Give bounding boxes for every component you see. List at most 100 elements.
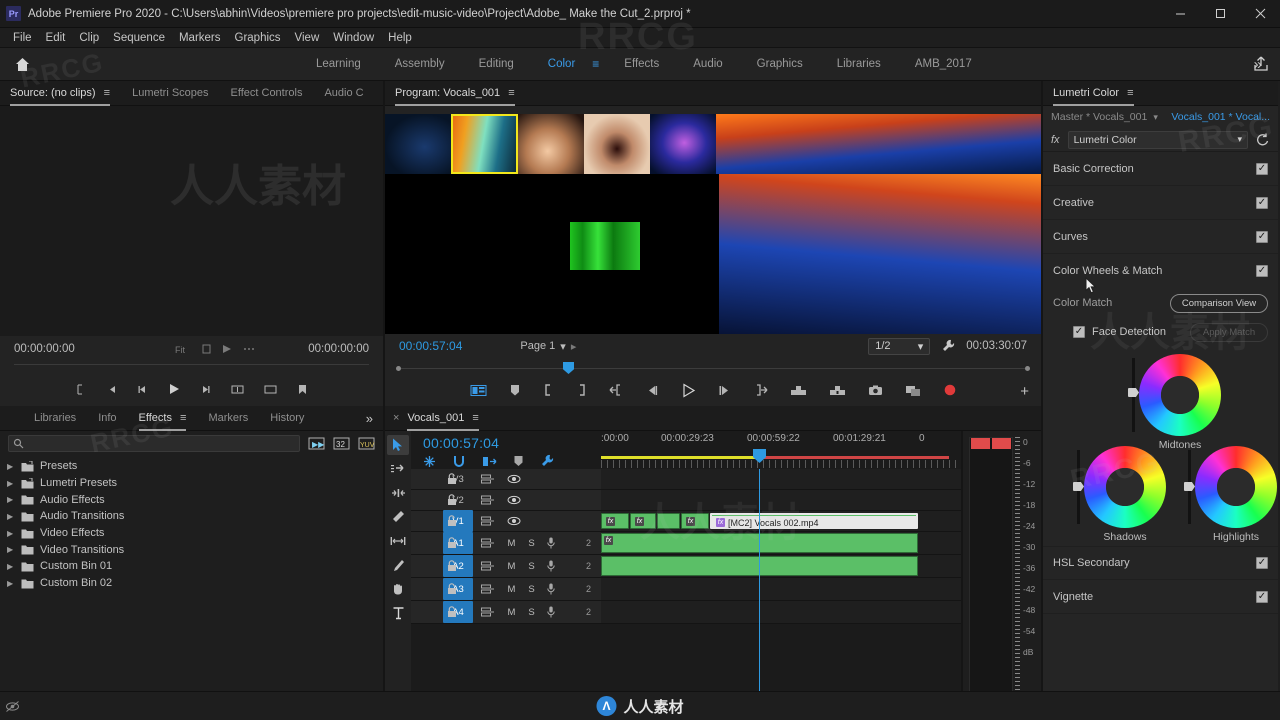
voice-over-mic-icon[interactable]: [547, 583, 555, 595]
voice-over-mic-icon[interactable]: [547, 537, 555, 549]
menu-graphics[interactable]: Graphics: [228, 28, 288, 48]
ripple-edit-tool[interactable]: [387, 483, 409, 503]
overwrite-icon[interactable]: [263, 383, 278, 396]
clip-v1-b[interactable]: fx: [630, 513, 656, 529]
comparison-view-icon[interactable]: [905, 384, 921, 397]
workspace-tab-amb2017[interactable]: AMB_2017: [898, 48, 989, 81]
section-toggle-checkbox[interactable]: ✓: [1256, 196, 1268, 209]
program-scrubber[interactable]: [393, 360, 1033, 376]
list-item[interactable]: ▶ Video Transitions: [0, 541, 383, 558]
list-item[interactable]: ▶ Presets: [0, 458, 383, 475]
effects-tabs-overflow-icon[interactable]: »: [366, 411, 373, 426]
step-back-icon[interactable]: [646, 384, 659, 397]
midtones-luma-slider[interactable]: [1128, 358, 1139, 432]
tab-info[interactable]: Info: [98, 406, 116, 431]
highlights-slider-handle[interactable]: [1184, 482, 1195, 491]
source-panel-menu-icon[interactable]: ≡: [104, 87, 110, 99]
export-frame-camera-icon[interactable]: [868, 384, 883, 397]
mark-in-icon[interactable]: [74, 383, 87, 396]
highlights-luma-slider[interactable]: [1184, 450, 1195, 524]
midtones-slider-handle[interactable]: [1128, 388, 1139, 397]
page-selector[interactable]: Page 1 ▾ ▸: [520, 340, 576, 353]
track-header-v2[interactable]: V2: [411, 490, 601, 510]
lock-icon[interactable]: [447, 606, 457, 618]
minimize-button[interactable]: [1160, 0, 1200, 27]
highlights-color-wheel[interactable]: [1195, 446, 1277, 528]
mark-in-icon[interactable]: [543, 383, 554, 397]
solo-button-a3[interactable]: S: [527, 584, 536, 595]
program-current-timecode[interactable]: 00:00:57:04: [399, 339, 462, 353]
track-header-a1[interactable]: A1 M S 2: [411, 532, 601, 554]
tab-lumetri-scopes[interactable]: Lumetri Scopes: [132, 81, 208, 106]
go-to-in-icon[interactable]: [105, 383, 118, 396]
program-panel-menu-icon[interactable]: ≡: [508, 87, 514, 99]
record-icon[interactable]: [943, 383, 957, 397]
track-visibility-eye-icon[interactable]: [507, 474, 521, 484]
pen-tool[interactable]: [387, 555, 409, 575]
workspace-tab-effects[interactable]: Effects: [607, 48, 676, 81]
apply-match-button[interactable]: Apply Match: [1190, 322, 1268, 342]
section-basic-correction[interactable]: Basic Correction ✓: [1043, 152, 1278, 186]
workspace-menu-icon[interactable]: ≡: [592, 57, 607, 71]
tab-markers[interactable]: Markers: [208, 406, 248, 431]
clip-v1-main[interactable]: fx [MC2] Vocals 002.mp4: [710, 513, 918, 529]
mute-button-a4[interactable]: M: [507, 607, 516, 618]
section-hsl-secondary[interactable]: HSL Secondary ✓: [1043, 546, 1278, 580]
lumetri-panel-menu-icon[interactable]: ≡: [1127, 87, 1133, 99]
search-box[interactable]: [8, 434, 300, 452]
sync-lock-icon[interactable]: [481, 495, 495, 506]
sync-lock-icon[interactable]: [481, 474, 495, 485]
section-curves[interactable]: Curves ✓: [1043, 220, 1278, 254]
go-to-in-icon[interactable]: [609, 383, 624, 397]
home-icon[interactable]: [0, 56, 44, 73]
list-item[interactable]: ▶ Video Effects: [0, 525, 383, 542]
mark-out-icon[interactable]: [576, 383, 587, 397]
sync-lock-icon[interactable]: [481, 561, 495, 572]
slip-tool[interactable]: [387, 531, 409, 551]
shadows-luma-slider[interactable]: [1073, 450, 1084, 524]
lock-icon[interactable]: [447, 473, 457, 485]
settings-wrench-icon[interactable]: [941, 339, 955, 353]
menu-window[interactable]: Window: [326, 28, 381, 48]
section-toggle-checkbox[interactable]: ✓: [1256, 230, 1268, 243]
hand-tool[interactable]: [387, 579, 409, 599]
go-to-out-icon[interactable]: [753, 383, 768, 397]
step-forward-icon[interactable]: [199, 383, 212, 396]
tab-effects[interactable]: Effects ≡: [138, 406, 186, 431]
lock-icon[interactable]: [447, 515, 457, 527]
ycbcr-color-icon[interactable]: YUV: [358, 436, 375, 451]
section-toggle-checkbox[interactable]: ✓: [1256, 557, 1268, 569]
sync-lock-icon[interactable]: [481, 538, 495, 549]
lock-icon[interactable]: [447, 583, 457, 595]
marker-icon[interactable]: [513, 455, 524, 468]
eye-slash-icon[interactable]: [5, 700, 20, 713]
chevron-down-icon[interactable]: ▾: [1153, 112, 1158, 123]
clip-v1-c[interactable]: [657, 513, 680, 529]
lock-icon[interactable]: [447, 560, 457, 572]
sync-lock-icon[interactable]: [481, 584, 495, 595]
face-detection-checkbox[interactable]: ✓: [1073, 326, 1085, 338]
menu-edit[interactable]: Edit: [39, 28, 73, 48]
add-button[interactable]: +: [1020, 383, 1029, 400]
workspace-tab-assembly[interactable]: Assembly: [378, 48, 462, 81]
type-tool[interactable]: [387, 603, 409, 623]
track-content-a4[interactable]: [601, 601, 961, 623]
chevron-right-icon[interactable]: ▶: [7, 479, 15, 488]
menu-clip[interactable]: Clip: [72, 28, 106, 48]
section-vignette[interactable]: Vignette ✓: [1043, 580, 1278, 614]
insert-icon[interactable]: [230, 383, 245, 396]
timeline-panel-menu-icon[interactable]: ≡: [472, 412, 478, 424]
track-content-v3[interactable]: [601, 469, 961, 489]
workspace-tab-audio[interactable]: Audio: [676, 48, 739, 81]
mute-button-a3[interactable]: M: [507, 584, 516, 595]
list-item[interactable]: ▶ Custom Bin 02: [0, 575, 383, 592]
workspace-tab-editing[interactable]: Editing: [462, 48, 531, 81]
close-icon[interactable]: ×: [393, 412, 399, 424]
section-creative[interactable]: Creative ✓: [1043, 186, 1278, 220]
menu-view[interactable]: View: [288, 28, 327, 48]
track-header-a2[interactable]: A2 M S 2: [411, 555, 601, 577]
step-forward-icon[interactable]: [718, 384, 731, 397]
mute-button-a2[interactable]: M: [507, 561, 516, 572]
accelerated-effect-icon[interactable]: ▶▶: [308, 436, 325, 451]
track-header-v1[interactable]: V1: [411, 510, 601, 532]
